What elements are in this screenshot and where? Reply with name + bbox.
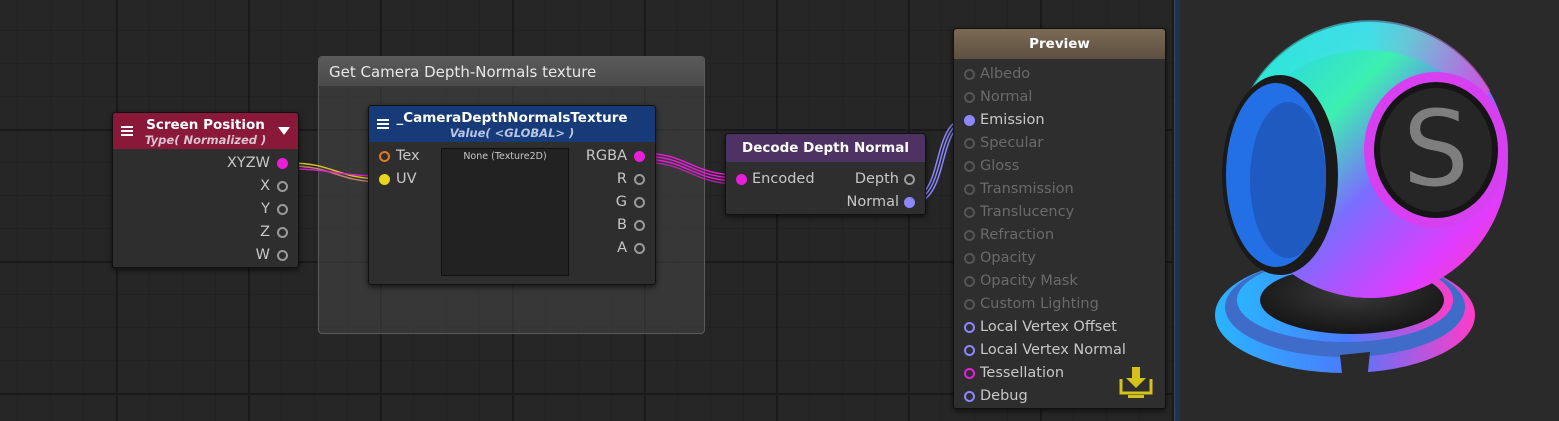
output-port-z[interactable]: Z (260, 224, 270, 240)
output-port-xyzw[interactable]: XYZW (227, 155, 270, 171)
preview-master-node[interactable]: Preview Albedo Normal Emission Specular … (953, 28, 1166, 409)
node-title: Decode Depth Normal (742, 140, 909, 156)
output-port-w[interactable]: W (256, 247, 270, 263)
input-port-debug[interactable]: Debug (980, 388, 1028, 404)
output-port-x[interactable]: X (260, 178, 270, 194)
texture-slot-label: None (Texture2D) (463, 151, 547, 162)
output-port-g[interactable]: G (616, 194, 627, 210)
input-port-translucency[interactable]: Translucency (980, 204, 1074, 220)
output-port-b[interactable]: B (617, 217, 627, 233)
input-port-albedo[interactable]: Albedo (980, 66, 1030, 82)
dropdown-arrow-icon[interactable] (278, 127, 290, 135)
node-subtitle: Value( <GLOBAL> ) (449, 126, 575, 140)
input-port-refraction[interactable]: Refraction (980, 227, 1054, 243)
translucency-port-dot[interactable] (964, 207, 975, 218)
s-logo: S (1403, 88, 1469, 210)
gloss-port-dot[interactable] (964, 161, 975, 172)
refraction-port-dot[interactable] (964, 230, 975, 241)
opacity-port-dot[interactable] (964, 253, 975, 264)
input-port-opacity-mask[interactable]: Opacity Mask (980, 273, 1078, 289)
z-port-dot[interactable] (277, 227, 288, 238)
custom-lighting-port-dot[interactable] (964, 299, 975, 310)
b-port-dot[interactable] (634, 220, 645, 231)
hamburger-menu-icon[interactable] (121, 126, 133, 136)
screen-position-header[interactable]: Screen Position Type( Normalized ) (113, 113, 298, 149)
albedo-port-dot[interactable] (964, 69, 975, 80)
local-vertex-offset-port-dot[interactable] (964, 322, 975, 333)
decode-node-header[interactable]: Decode Depth Normal (726, 134, 925, 162)
depth-port-dot[interactable] (904, 174, 915, 185)
input-port-transmission[interactable]: Transmission (980, 181, 1074, 197)
download-save-icon[interactable] (1118, 365, 1154, 399)
decode-depth-normal-node[interactable]: Decode Depth Normal Encoded Depth Normal (725, 133, 926, 215)
transmission-port-dot[interactable] (964, 184, 975, 195)
specular-port-dot[interactable] (964, 138, 975, 149)
input-port-local-vertex-offset[interactable]: Local Vertex Offset (980, 319, 1117, 335)
node-graph-canvas[interactable]: Get Camera Depth-Normals texture Screen … (0, 0, 1174, 421)
camera-depth-normals-texture-node[interactable]: _CameraDepthNormalsTexture Value( <GLOBA… (368, 105, 656, 285)
node-subtitle: Type( Normalized ) (144, 133, 267, 147)
group-title[interactable]: Get Camera Depth-Normals texture (319, 57, 704, 87)
y-port-dot[interactable] (277, 204, 288, 215)
input-port-normal[interactable]: Normal (980, 89, 1032, 105)
w-port-dot[interactable] (277, 250, 288, 261)
texture-preview-slot[interactable]: None (Texture2D) (441, 148, 569, 276)
output-port-normal[interactable]: Normal (847, 194, 899, 210)
uv-port-dot[interactable] (379, 174, 390, 185)
output-port-a[interactable]: A (617, 240, 627, 256)
r-port-dot[interactable] (634, 174, 645, 185)
node-title: Preview (1029, 36, 1090, 52)
screen-position-node[interactable]: Screen Position Type( Normalized ) XYZW … (112, 112, 299, 268)
input-port-custom-lighting[interactable]: Custom Lighting (980, 296, 1099, 312)
local-vertex-normal-port-dot[interactable] (964, 345, 975, 356)
node-title: Screen Position (146, 117, 265, 133)
g-port-dot[interactable] (634, 197, 645, 208)
encoded-port-dot[interactable] (736, 174, 747, 185)
opacity-mask-port-dot[interactable] (964, 276, 975, 287)
normal-input-port-dot[interactable] (964, 92, 975, 103)
input-port-specular[interactable]: Specular (980, 135, 1043, 151)
tessellation-port-dot[interactable] (964, 368, 975, 379)
texture-node-header[interactable]: _CameraDepthNormalsTexture Value( <GLOBA… (369, 106, 655, 142)
input-port-gloss[interactable]: Gloss (980, 158, 1019, 174)
output-port-rgba[interactable]: RGBA (586, 148, 627, 164)
output-port-depth[interactable]: Depth (855, 171, 899, 187)
x-port-dot[interactable] (277, 181, 288, 192)
input-port-encoded[interactable]: Encoded (752, 171, 815, 187)
input-port-tessellation[interactable]: Tessellation (980, 365, 1064, 381)
input-port-opacity[interactable]: Opacity (980, 250, 1036, 266)
debug-port-dot[interactable] (964, 391, 975, 402)
input-port-emission[interactable]: Emission (980, 112, 1045, 128)
material-preview-pane[interactable]: S (1180, 0, 1559, 421)
xyzw-port-dot[interactable] (277, 158, 288, 169)
output-port-y[interactable]: Y (261, 201, 270, 217)
rgba-port-dot[interactable] (634, 151, 645, 162)
input-port-uv[interactable]: UV (396, 171, 417, 187)
input-port-local-vertex-normal[interactable]: Local Vertex Normal (980, 342, 1126, 358)
hamburger-menu-icon[interactable] (377, 119, 389, 129)
emission-port-dot[interactable] (964, 115, 975, 126)
normal-port-dot[interactable] (904, 197, 915, 208)
preview-node-header[interactable]: Preview (954, 29, 1165, 59)
input-port-tex[interactable]: Tex (396, 148, 420, 164)
output-port-r[interactable]: R (617, 171, 627, 187)
a-port-dot[interactable] (634, 243, 645, 254)
node-title: _CameraDepthNormalsTexture (396, 110, 628, 126)
tex-port-dot[interactable] (379, 151, 390, 162)
material-preview-sphere[interactable]: S (1180, 0, 1559, 421)
